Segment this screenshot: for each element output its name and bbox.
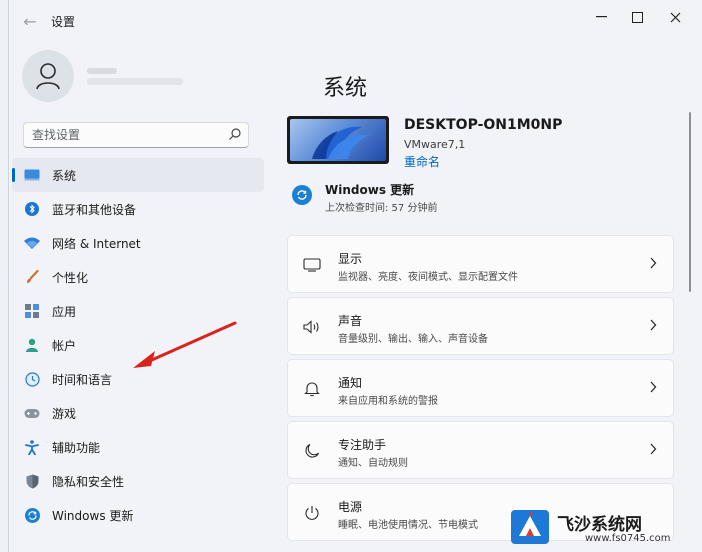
search-icon[interactable] <box>228 127 242 141</box>
card-focus-assist[interactable]: 专注助手 通知、自动规则 <box>287 421 674 479</box>
title-bar: ← 设置 <box>9 0 702 40</box>
minimize-icon <box>595 16 607 18</box>
sidebar-item-windows-update[interactable]: Windows 更新 <box>12 498 264 532</box>
sidebar-item-personalization[interactable]: 个性化 <box>12 260 264 294</box>
brush-icon <box>24 269 40 285</box>
watermark-logo-icon <box>511 510 549 544</box>
windows-update-icon[interactable] <box>292 185 312 205</box>
monitor-icon <box>24 167 40 183</box>
sidebar-item-label: 隐私和安全性 <box>52 474 125 489</box>
avatar[interactable] <box>22 50 74 102</box>
page-title: 系统 <box>323 76 368 101</box>
person-icon <box>24 337 40 353</box>
sidebar-item-accessibility[interactable]: 辅助功能 <box>12 430 264 464</box>
annotation-arrow <box>133 321 237 368</box>
display-icon <box>302 255 322 275</box>
settings-window: ← 设置 查找设置 系统 蓝牙和其他设备 网络 & Internet 个性化 应… <box>8 0 702 552</box>
maximize-button[interactable] <box>619 4 655 30</box>
accessibility-icon <box>24 439 40 455</box>
card-sound[interactable]: 声音 音量级别、输出、输入、声音设备 <box>287 297 674 355</box>
bell-icon <box>302 379 322 399</box>
rename-link[interactable]: 重命名 <box>404 153 440 170</box>
chevron-right-icon <box>650 381 657 393</box>
card-subtitle: 来自应用和系统的警报 <box>338 396 438 407</box>
card-title: 电源 <box>338 500 363 514</box>
active-indicator <box>12 168 15 182</box>
card-title: 通知 <box>338 376 363 390</box>
card-title: 专注助手 <box>338 438 387 452</box>
sidebar-item-label: 网络 & Internet <box>52 236 141 251</box>
sidebar-item-label: 帐户 <box>52 338 77 353</box>
sidebar-item-label: 时间和语言 <box>52 372 113 387</box>
update-icon <box>24 507 40 523</box>
watermark-url: www.fs0745.com <box>585 533 671 544</box>
wifi-icon <box>24 235 40 251</box>
sidebar-item-label: 游戏 <box>52 406 77 421</box>
sidebar-item-system[interactable]: 系统 <box>12 158 264 192</box>
sidebar-item-label: 系统 <box>52 168 77 183</box>
search-box[interactable] <box>23 122 249 148</box>
card-notifications[interactable]: 通知 来自应用和系统的警报 <box>287 359 674 417</box>
card-subtitle: 通知、自动规则 <box>338 458 408 469</box>
card-display[interactable]: 显示 监视器、亮度、夜间模式、显示配置文件 <box>287 235 674 293</box>
chevron-right-icon <box>650 257 657 269</box>
sidebar-item-label: 个性化 <box>52 270 89 285</box>
apps-icon <box>24 303 40 319</box>
user-icon <box>36 63 60 90</box>
card-title: 显示 <box>338 252 363 266</box>
power-icon <box>302 503 322 523</box>
sidebar-item-label: 辅助功能 <box>52 440 101 455</box>
speaker-icon <box>302 317 322 337</box>
last-checked-text: 上次检查时间: 57 分钟前 <box>325 203 438 214</box>
windows-update-title[interactable]: Windows 更新 <box>325 181 414 198</box>
card-subtitle: 监视器、亮度、夜间模式、显示配置文件 <box>338 272 518 283</box>
sidebar-item-label: 应用 <box>52 304 77 319</box>
sidebar-item-label: Windows 更新 <box>52 508 134 523</box>
search-input[interactable] <box>32 126 222 144</box>
scrollbar[interactable] <box>689 112 691 292</box>
back-arrow-icon: ← <box>23 11 37 31</box>
sidebar-item-label: 蓝牙和其他设备 <box>52 202 137 217</box>
site-watermark: 飞沙系统网 www.fs0745.com <box>505 498 702 552</box>
card-subtitle: 音量级别、输出、输入、声音设备 <box>338 334 488 345</box>
shield-icon <box>24 473 40 489</box>
redacted-user-name <box>87 64 185 88</box>
sidebar-item-network[interactable]: 网络 & Internet <box>12 226 264 260</box>
moon-icon <box>302 441 322 461</box>
minimize-button[interactable] <box>583 4 619 30</box>
sidebar-item-gaming[interactable]: 游戏 <box>12 396 264 430</box>
chevron-right-icon <box>650 443 657 455</box>
maximize-icon <box>631 11 643 23</box>
device-thumbnail <box>287 116 389 164</box>
back-button[interactable]: ← <box>17 8 43 34</box>
watermark-title: 飞沙系统网 <box>557 515 642 535</box>
wallpaper-image <box>290 119 386 161</box>
sidebar-item-bluetooth[interactable]: 蓝牙和其他设备 <box>12 192 264 226</box>
bluetooth-icon <box>24 201 40 217</box>
app-title: 设置 <box>51 15 76 29</box>
device-model: VMware7,1 <box>404 138 466 151</box>
card-subtitle: 睡眠、电池使用情况、节电模式 <box>338 520 478 531</box>
chevron-right-icon <box>650 319 657 331</box>
close-icon <box>670 12 680 22</box>
globe-clock-icon <box>24 371 40 387</box>
device-name: DESKTOP-ON1M0NP <box>404 117 563 133</box>
sidebar-item-privacy[interactable]: 隐私和安全性 <box>12 464 264 498</box>
close-button[interactable] <box>657 4 693 30</box>
card-title: 声音 <box>338 314 363 328</box>
gamepad-icon <box>24 405 40 421</box>
